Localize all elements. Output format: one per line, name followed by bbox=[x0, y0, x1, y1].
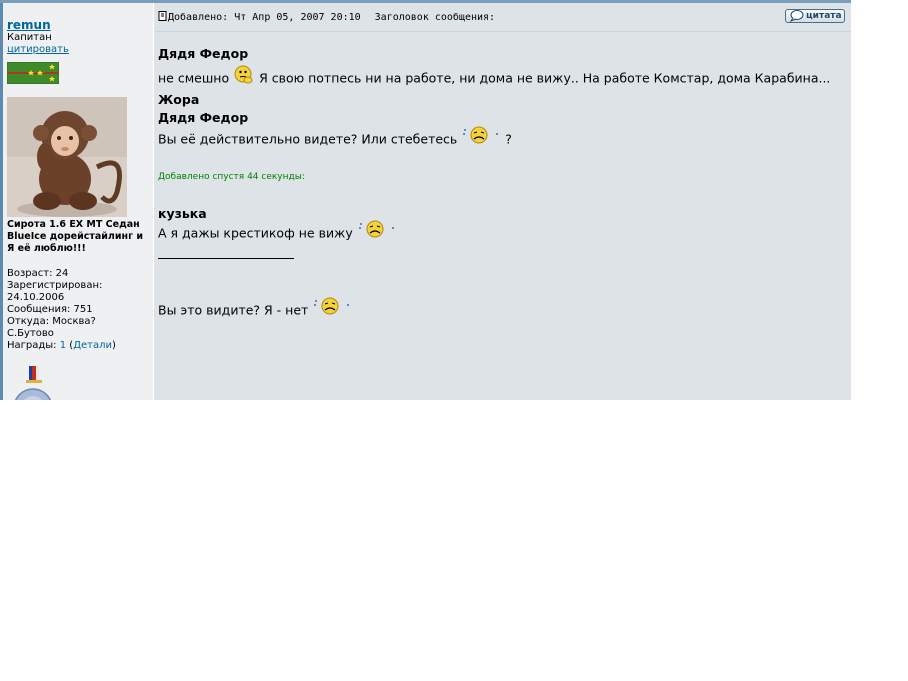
post-line-2: не смешно Я свою потпесь ни на работе, н… bbox=[158, 65, 831, 90]
signature-car: Сирота 1.6 EX MT Седан BlueIce дорейстай… bbox=[7, 219, 153, 255]
sad-smiley-icon bbox=[463, 126, 499, 144]
signature-text: Вы это видите? Я - нет bbox=[158, 297, 352, 321]
profile-details: Возраст: 24 Зарегистрирован: 24.10.2006 … bbox=[7, 268, 153, 352]
awards: Награды: 1 (Детали) bbox=[7, 340, 116, 351]
post-header: Добавлено: Чт Апр 05, 2007 20:10 Заголово… bbox=[158, 11, 495, 23]
quote-button-label: цитата bbox=[806, 11, 842, 21]
signature-divider bbox=[158, 258, 294, 259]
quote-profile-link[interactable]: цитировать bbox=[7, 44, 69, 55]
post-content: Добавлено: Чт Апр 05, 2007 20:10 Заголово… bbox=[155, 3, 851, 400]
added-after-notice: Добавлено спустя 44 секунды: bbox=[158, 172, 305, 182]
username-link[interactable]: remun bbox=[7, 18, 153, 32]
awards-details-link[interactable]: Детали bbox=[73, 340, 112, 351]
thinking-smiley-icon bbox=[234, 65, 253, 84]
location: Откуда: Москва? bbox=[7, 316, 96, 327]
medal-icon bbox=[26, 366, 42, 383]
sad-smiley-icon bbox=[358, 220, 394, 238]
post-icon bbox=[158, 11, 167, 21]
badge-icon bbox=[14, 388, 52, 400]
user-rank: Капитан bbox=[7, 32, 52, 43]
sad-smiley-icon bbox=[314, 297, 350, 315]
forum-post: remun Капитан цитировать Сирота 1.6 EX M… bbox=[0, 0, 851, 400]
quoted-author-1: Дядя Федор bbox=[158, 46, 249, 61]
post-line-5: Вы её действительно видете? Или стебетес… bbox=[158, 126, 512, 150]
quote-button[interactable]: цитата bbox=[785, 9, 845, 23]
header-divider bbox=[155, 31, 851, 32]
rank-stars-icon bbox=[7, 62, 59, 84]
quoted-author-3: Дядя Федор bbox=[158, 110, 249, 125]
quoted-author-2: Жора bbox=[158, 92, 200, 107]
quote-icon bbox=[789, 10, 804, 22]
awards-count-link[interactable]: 1 bbox=[60, 340, 66, 351]
text-do-you-see: Вы это видите? Я - нет bbox=[158, 302, 309, 318]
poster-profile: remun Капитан цитировать Сирота 1.6 EX M… bbox=[3, 3, 154, 400]
age: Возраст: 24 bbox=[7, 268, 69, 279]
post-date: Добавлено: Чт Апр 05, 2007 20:10 bbox=[168, 12, 361, 23]
text-signature-complaint: Я свою потпесь ни на работе, ни дома не … bbox=[259, 70, 831, 86]
location-area: С.Бутово bbox=[7, 328, 54, 339]
avatar bbox=[7, 97, 127, 217]
car-line-1: Сирота 1.6 EX MT Седан bbox=[7, 219, 140, 230]
registered-date: 24.10.2006 bbox=[7, 292, 65, 303]
registered-label: Зарегистрирован: bbox=[7, 280, 103, 291]
quoted-author-4: кузька bbox=[158, 206, 207, 221]
text-question-mark: ? bbox=[505, 131, 512, 147]
post-subject-label: Заголовок сообщения: bbox=[374, 12, 496, 23]
car-line-3: Я её люблю!!! bbox=[7, 243, 86, 254]
text-question: Вы её действительно видете? Или стебетес… bbox=[158, 131, 458, 147]
text-cant-see: А я дажы крестикоф не вижу bbox=[158, 225, 353, 241]
message-count: Сообщения: 751 bbox=[7, 304, 93, 315]
text-not-funny: не смешно bbox=[158, 70, 230, 86]
post-line-7: А я дажы крестикоф не вижу bbox=[158, 220, 397, 244]
awards-label: Награды: bbox=[7, 340, 57, 351]
car-line-2: BlueIce дорейстайлинг и bbox=[7, 231, 144, 242]
